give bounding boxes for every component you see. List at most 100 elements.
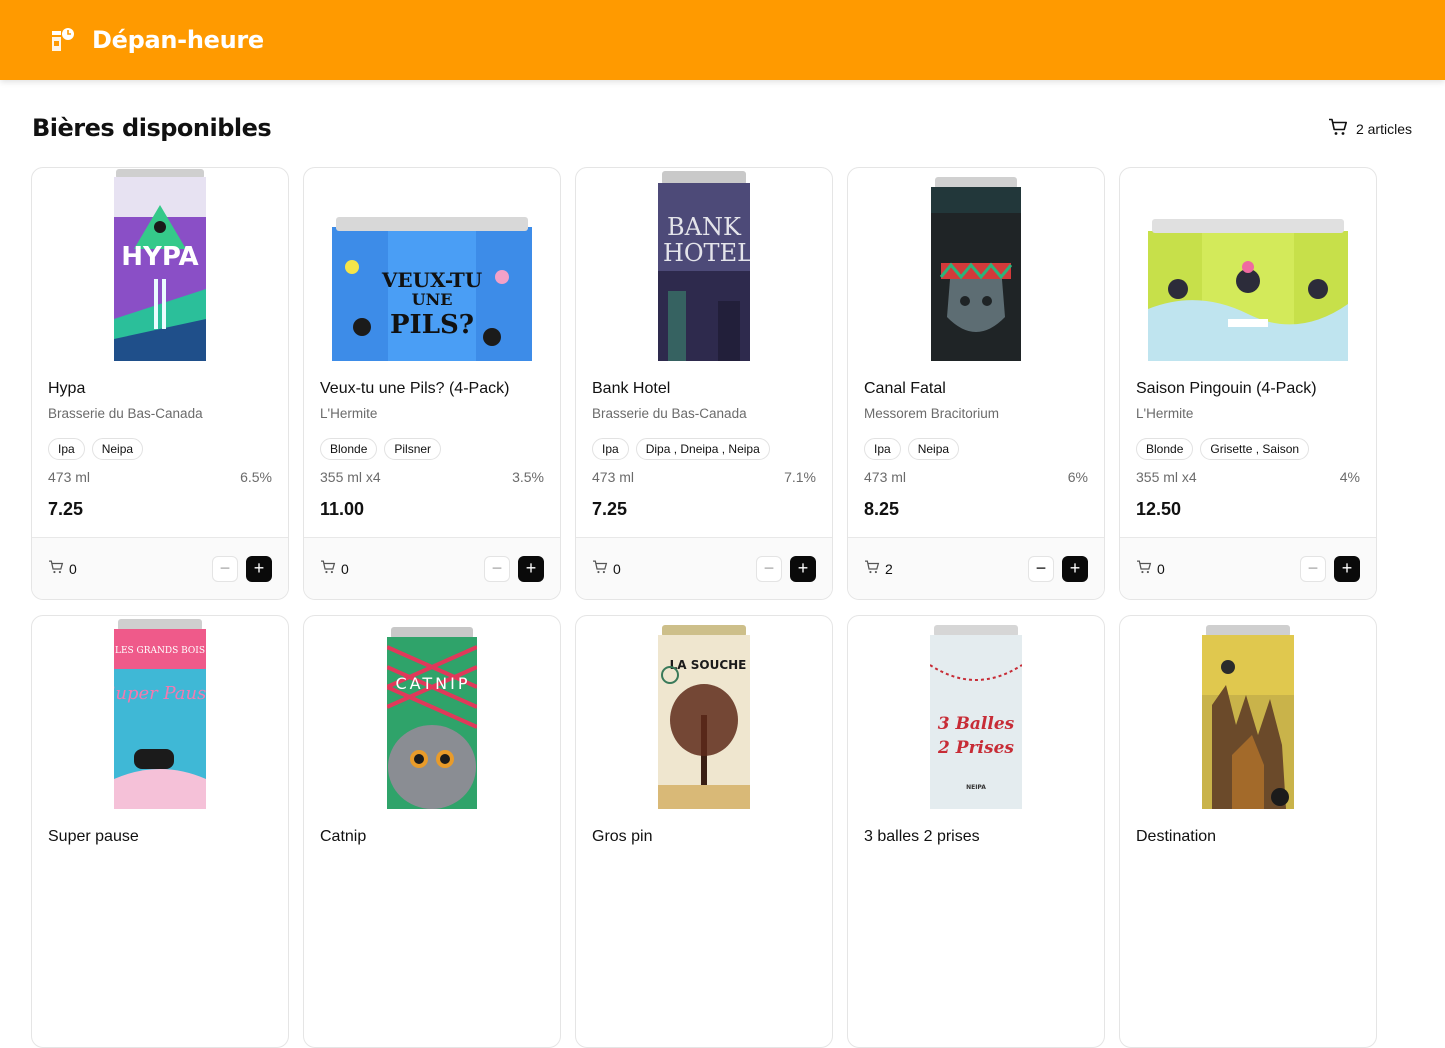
- product-tag: Pilsner: [384, 438, 442, 460]
- product-brewery: Brasserie du Bas-Canada: [48, 406, 203, 421]
- increase-quantity-button[interactable]: +: [790, 555, 816, 582]
- product-name[interactable]: Bank Hotel: [592, 380, 816, 398]
- cart-count-label: 2 articles: [1355, 120, 1412, 137]
- product-card[interactable]: LA SOUCHE Gros pin: [575, 615, 833, 1048]
- product-grid: HYPA Hypa Brasserie du Bas-Canada Ipa Ne…: [31, 167, 1377, 1048]
- cart-icon: [592, 560, 608, 577]
- product-card[interactable]: HYPA Hypa Brasserie du Bas-Canada Ipa Ne…: [31, 167, 289, 600]
- product-name[interactable]: Canal Fatal: [864, 380, 1088, 398]
- card-footer: 0 − +: [1120, 537, 1376, 599]
- decrease-quantity-button[interactable]: −: [484, 555, 510, 582]
- product-price: 7.25: [592, 499, 628, 519]
- product-name[interactable]: Super pause: [48, 828, 272, 846]
- product-name[interactable]: Veux-tu une Pils? (4-Pack): [320, 380, 544, 398]
- minus-icon: −: [763, 558, 775, 578]
- product-name[interactable]: Hypa: [48, 380, 272, 398]
- increase-quantity-button[interactable]: +: [1062, 555, 1088, 582]
- product-image[interactable]: [1120, 168, 1376, 361]
- product-tag: Neipa: [91, 438, 144, 460]
- product-image[interactable]: LA SOUCHE: [576, 616, 832, 809]
- increase-quantity-button[interactable]: +: [1334, 555, 1360, 582]
- plus-icon: +: [797, 558, 809, 578]
- product-volume: 473 ml: [864, 469, 907, 485]
- decrease-quantity-button[interactable]: −: [1028, 555, 1054, 582]
- app-logo-icon[interactable]: [50, 27, 76, 53]
- card-footer: 0 − +: [32, 537, 288, 599]
- product-card[interactable]: VEUX-TU UNE PILS? Veux-tu une Pils? (4-P…: [303, 167, 561, 600]
- cart-quantity-value: 2: [885, 560, 893, 577]
- plus-icon: +: [1069, 558, 1081, 578]
- can-label: BANK: [667, 213, 742, 241]
- cart-quantity-value: 0: [613, 560, 621, 577]
- increase-quantity-button[interactable]: +: [246, 555, 272, 582]
- product-tag: Ipa: [864, 438, 901, 460]
- cart-quantity-value: 0: [341, 560, 349, 577]
- decrease-quantity-button[interactable]: −: [756, 555, 782, 582]
- product-abv: 6.5%: [240, 469, 272, 485]
- minus-icon: −: [219, 558, 231, 578]
- product-name[interactable]: 3 balles 2 prises: [864, 828, 1088, 846]
- decrease-quantity-button[interactable]: −: [212, 555, 238, 582]
- can-label: PILS?: [390, 310, 474, 340]
- product-abv: 3.5%: [512, 469, 544, 485]
- product-card[interactable]: 3 Balles 2 Prises NEIPA 3 balles 2 prise…: [847, 615, 1105, 1048]
- product-name[interactable]: Saison Pingouin (4-Pack): [1136, 380, 1360, 398]
- card-footer: 2 − +: [848, 537, 1104, 599]
- can-label: CATNIP: [396, 674, 471, 693]
- minus-icon: −: [1035, 558, 1047, 578]
- cart-quantity-value: 0: [69, 560, 77, 577]
- product-price: 12.50: [1136, 499, 1182, 519]
- product-card[interactable]: Canal Fatal Messorem Bracitorium Ipa Nei…: [847, 167, 1105, 600]
- cart-icon: [320, 560, 336, 577]
- product-card[interactable]: BANK HOTEL Bank Hotel Brasserie du Bas-C…: [575, 167, 833, 600]
- product-abv: 7.1%: [784, 469, 816, 485]
- product-image[interactable]: HYPA: [32, 168, 288, 361]
- can-label: 3 Balles: [938, 714, 1015, 734]
- page-title: Bières disponibles: [32, 114, 272, 142]
- product-card[interactable]: LES GRANDS BOIS Super Pause Super pause: [31, 615, 289, 1048]
- cart-summary-button[interactable]: 2 articles: [1328, 118, 1412, 139]
- cart-quantity: 0: [320, 560, 349, 577]
- product-card[interactable]: Destination: [1119, 615, 1377, 1048]
- card-footer: 0 − +: [576, 537, 832, 599]
- product-card[interactable]: Saison Pingouin (4-Pack) L'Hermite Blond…: [1119, 167, 1377, 600]
- product-price: 7.25: [48, 499, 84, 519]
- cart-icon: [48, 560, 64, 577]
- product-image[interactable]: CATNIP: [304, 616, 560, 809]
- minus-icon: −: [1307, 558, 1319, 578]
- product-volume: 355 ml x4: [1136, 469, 1197, 485]
- app-title[interactable]: Dépan-heure: [92, 26, 264, 54]
- product-image[interactable]: [1120, 616, 1376, 809]
- product-abv: 6%: [1067, 469, 1088, 485]
- product-name[interactable]: Catnip: [320, 828, 544, 846]
- product-tag: Neipa: [907, 438, 960, 460]
- product-brewery: L'Hermite: [320, 406, 378, 421]
- product-image[interactable]: LES GRANDS BOIS Super Pause: [32, 616, 288, 809]
- product-card[interactable]: CATNIP Catnip: [303, 615, 561, 1048]
- product-tag: Blonde: [320, 438, 378, 460]
- can-label: UNE: [412, 290, 453, 309]
- product-brewery: L'Hermite: [1136, 406, 1194, 421]
- product-tag: Ipa: [592, 438, 629, 460]
- can-label: LA SOUCHE: [670, 658, 747, 672]
- product-tag: Grisette , Saison: [1200, 438, 1310, 460]
- product-abv: 4%: [1339, 469, 1360, 485]
- cart-quantity: 2: [864, 560, 893, 577]
- can-label: HYPA: [121, 242, 198, 272]
- product-volume: 355 ml x4: [320, 469, 381, 485]
- card-footer: 0 − +: [304, 537, 560, 599]
- product-image[interactable]: 3 Balles 2 Prises NEIPA: [848, 616, 1104, 809]
- product-name[interactable]: Gros pin: [592, 828, 816, 846]
- product-image[interactable]: [848, 168, 1104, 361]
- product-volume: 473 ml: [48, 469, 91, 485]
- increase-quantity-button[interactable]: +: [518, 555, 544, 582]
- product-name[interactable]: Destination: [1136, 828, 1360, 846]
- minus-icon: −: [491, 558, 503, 578]
- product-image[interactable]: BANK HOTEL: [576, 168, 832, 361]
- top-app-bar: Dépan-heure: [0, 0, 1445, 80]
- product-volume: 473 ml: [592, 469, 635, 485]
- decrease-quantity-button[interactable]: −: [1300, 555, 1326, 582]
- product-tag: Dipa , Dneipa , Neipa: [635, 438, 770, 460]
- product-image[interactable]: VEUX-TU UNE PILS?: [304, 168, 560, 361]
- cart-quantity: 0: [48, 560, 77, 577]
